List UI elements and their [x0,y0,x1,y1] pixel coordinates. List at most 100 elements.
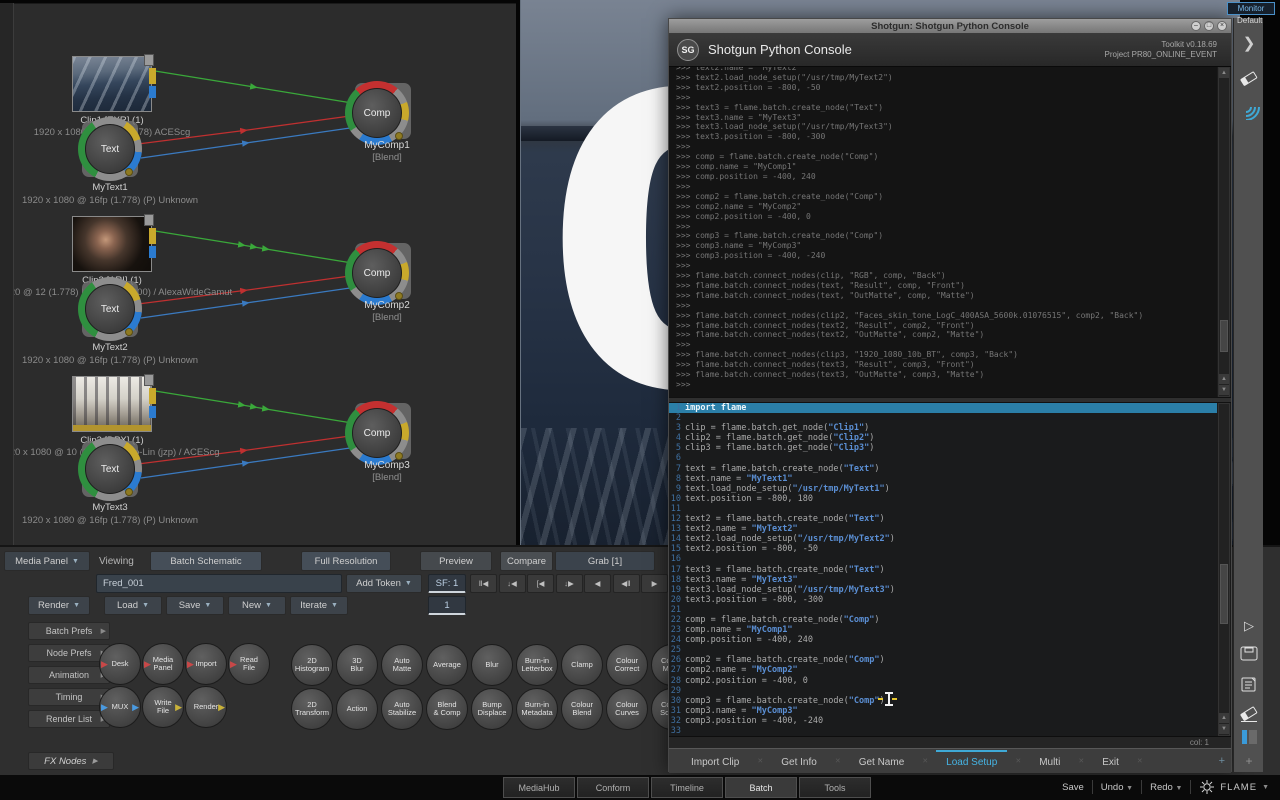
editor-line[interactable]: 16 [669,554,1217,564]
editor-line[interactable]: 15text2.position = -800, -50 [669,544,1217,554]
start-frame-field[interactable]: SF: 1 [428,574,466,593]
bin-node-auto-stabilize[interactable]: Auto Stabilize [381,688,423,730]
taskbar-tab-tools[interactable]: Tools [799,777,871,798]
editor-line[interactable]: 28comp2.position = -400, 0 [669,676,1217,686]
bin-node-burn-in-letterbox[interactable]: Burn-in Letterbox [516,644,558,686]
load-dropdown[interactable]: Load▼ [104,596,162,615]
editor-line[interactable]: 33 [669,726,1217,736]
io-node-desk[interactable]: Desk▶ [99,643,141,685]
scroll-up-icon[interactable]: ▲ [1219,374,1229,384]
editor-line[interactable]: 3clip = flame.batch.get_node("Clip1") [669,423,1217,433]
view-button-compare[interactable]: Compare [500,551,553,571]
editor-line[interactable]: 5clip3 = flame.batch.get_node("Clip3") [669,443,1217,453]
io-node-write-file[interactable]: Write File▶ [142,686,184,728]
transport-button-1[interactable]: ↓◀ [499,574,526,593]
editor-line[interactable]: 8text.name = "MyText1" [669,474,1217,484]
editor-line[interactable]: 14text2.load_node_setup("/usr/tmp/MyText… [669,534,1217,544]
bin-node-colour-blend[interactable]: Colour Blend [561,688,603,730]
editor-line[interactable]: 29 [669,686,1217,696]
bin-node-blur[interactable]: Blur [471,644,513,686]
batch-schematic-panel[interactable]: Clip1 [EXR] (1)1920 x 1080 @ 16fp (1.778… [14,3,516,545]
view-button-grab-1-[interactable]: Grab [1] [555,551,655,571]
bin-node-colour-correct[interactable]: Colour Correct [606,644,648,686]
editor-line[interactable]: 18text3.name = "MyText3" [669,575,1217,585]
text-node[interactable]: Text [85,124,135,174]
bin-node-2d-transform[interactable]: 2D Transform [291,688,333,730]
io-node-import[interactable]: Import▶ [185,643,227,685]
clip-thumbnail[interactable] [72,216,152,272]
console-tab-exit[interactable]: Exit [1092,750,1129,772]
sidebar-button-batch-prefs[interactable]: Batch Prefs▶ [28,622,110,640]
view-button-full-resolution[interactable]: Full Resolution [301,551,391,571]
sidebar-button-timing[interactable]: Timing▶ [28,688,110,706]
window-minimize-button[interactable]: – [1191,21,1201,31]
play-icon[interactable]: ▷ [1234,618,1264,634]
taskbar-tab-mediahub[interactable]: MediaHub [503,777,575,798]
console-tab-load-setup[interactable]: Load Setup [936,750,1007,772]
bin-node-auto-matte[interactable]: Auto Matte [381,644,423,686]
python-editor-pane[interactable]: 1import flame23clip = flame.batch.get_no… [669,403,1217,736]
output-scrollbar[interactable]: ▲ ▲ ▼ [1218,67,1230,397]
text-node[interactable]: Text [85,284,135,334]
media-panel-dropdown[interactable]: Media Panel▼ [4,551,90,571]
sidebar-button-render-list[interactable]: Render List▶ [28,710,110,728]
editor-line[interactable]: 19text3.load_node_setup("/usr/tmp/MyText… [669,585,1217,595]
editor-line[interactable]: 10text.position = -800, 180 [669,494,1217,504]
editor-line[interactable]: 22comp = flame.batch.create_node("Comp") [669,615,1217,625]
editor-line[interactable]: 9text.load_node_setup("/usr/tmp/MyText1"… [669,484,1217,494]
editor-scrollbar[interactable]: ▲ ▼ [1218,403,1230,736]
iterate-dropdown[interactable]: Iterate▼ [290,596,348,615]
scroll-down-icon[interactable]: ▼ [1219,724,1229,734]
eraser-icon[interactable] [1234,70,1264,91]
monitor-button[interactable]: Monitor [1227,2,1275,15]
editor-line[interactable]: 24comp.position = -400, 240 [669,635,1217,645]
editor-line[interactable]: 27comp2.name = "MyComp2" [669,665,1217,675]
editor-line[interactable]: 7text = flame.batch.create_node("Text") [669,464,1217,474]
save-setup-icon[interactable] [1234,646,1264,667]
scroll-down-icon[interactable]: ▼ [1219,385,1229,395]
chevron-right-icon[interactable]: ❯ [1234,34,1264,52]
scroll-up-icon[interactable]: ▲ [1219,68,1229,78]
eraser-icon[interactable] [1234,706,1264,728]
console-output-pane[interactable]: >>> text2.name = "MyText2">>> text2.load… [669,67,1217,397]
console-tab-get-name[interactable]: Get Name [849,750,915,772]
transport-button-4[interactable]: ◀ [584,574,611,593]
clip-thumbnail[interactable] [72,56,152,112]
editor-line[interactable]: 12text2 = flame.batch.create_node("Text"… [669,514,1217,524]
window-titlebar[interactable]: Shotgun: Shotgun Python Console – □ × [669,19,1231,33]
editor-line[interactable]: 26comp2 = flame.batch.create_node("Comp"… [669,655,1217,665]
editor-line[interactable]: 2 [669,413,1217,423]
comp-node[interactable]: Comp [352,88,402,138]
broadcast-wifi-icon[interactable] [1234,98,1264,125]
document-list-icon[interactable] [1234,676,1264,698]
bin-node-colour-curves[interactable]: Colour Curves [606,688,648,730]
transport-button-5[interactable]: ◀Ⅱ [613,574,640,593]
redo-button[interactable]: Redo ▼ [1150,782,1182,793]
taskbar-tab-timeline[interactable]: Timeline [651,777,723,798]
window-maximize-button[interactable]: □ [1204,21,1214,31]
console-tab-get-info[interactable]: Get Info [771,750,827,772]
save-dropdown[interactable]: Save▼ [166,596,224,615]
window-close-button[interactable]: × [1217,21,1227,31]
bin-node-average[interactable]: Average [426,644,468,686]
bin-node-blend-comp[interactable]: Blend & Comp [426,688,468,730]
io-node-media-panel[interactable]: Media Panel▶ [142,643,184,685]
view-button-batch-schematic[interactable]: Batch Schematic [150,551,262,571]
transport-button-3[interactable]: ↓▶ [556,574,583,593]
transport-button-0[interactable]: Ⅱ◀ [470,574,497,593]
editor-line[interactable]: 32comp3.position = -400, -240 [669,716,1217,726]
scrollbar-thumb[interactable] [1220,564,1228,624]
render-dropdown[interactable]: Render▼ [28,596,90,615]
console-tab-multi[interactable]: Multi [1029,750,1070,772]
current-frame-field[interactable]: 1 [428,596,466,615]
console-tab-import-clip[interactable]: Import Clip [681,750,749,772]
sidebar-button-node-prefs[interactable]: Node Prefs▶ [28,644,110,662]
editor-line[interactable]: 4clip2 = flame.batch.get_node("Clip2") [669,433,1217,443]
text-node[interactable]: Text [85,444,135,494]
editor-line[interactable]: 11 [669,504,1217,514]
fx-nodes-button[interactable]: FX Nodes▶ [28,752,114,770]
io-node-mux[interactable]: MUX▶▶ [99,686,141,728]
save-button[interactable]: Save [1062,782,1084,793]
editor-line[interactable]: 20text3.position = -800, -300 [669,595,1217,605]
editor-line[interactable]: 6 [669,453,1217,463]
